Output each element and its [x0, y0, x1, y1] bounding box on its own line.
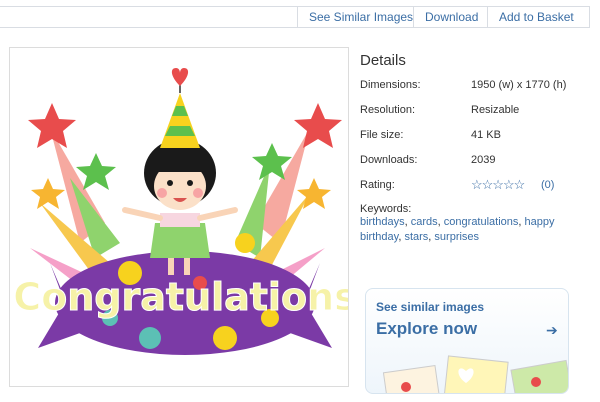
- add-to-basket-button[interactable]: Add to Basket: [492, 7, 581, 27]
- keywords-label: Keywords:: [360, 203, 412, 215]
- rating-stars-icon[interactable]: ☆☆☆☆☆: [471, 177, 525, 193]
- resolution-row: Resolution: Resizable: [360, 102, 592, 127]
- toolbar-separator: [297, 7, 298, 27]
- filesize-row: File size: 41 KB: [360, 127, 592, 152]
- rating-count[interactable]: (0): [541, 177, 554, 193]
- rating-row: Rating: ☆☆☆☆☆ (0): [360, 177, 592, 202]
- keyword-link[interactable]: surprises: [434, 231, 479, 243]
- keyword-link[interactable]: birthdays: [360, 216, 405, 228]
- resolution-value: Resizable: [471, 104, 520, 116]
- keyword-link[interactable]: cards: [411, 216, 438, 228]
- toolbar-separator: [413, 7, 414, 27]
- promo-thumbnails: [382, 355, 568, 393]
- details-heading: Details: [360, 52, 406, 69]
- dimensions-label: Dimensions:: [360, 79, 421, 91]
- dimensions-row: Dimensions: 1950 (w) x 1770 (h): [360, 77, 592, 102]
- action-toolbar: See Similar Images Download Add to Baske…: [0, 6, 590, 28]
- resolution-label: Resolution:: [360, 104, 416, 116]
- downloads-row: Downloads: 2039: [360, 152, 592, 177]
- promo-title[interactable]: Explore now: [376, 319, 477, 339]
- congratulations-illustration: Congratulations: [13, 68, 349, 355]
- filesize-label: File size:: [360, 129, 404, 141]
- filesize-value: 41 KB: [471, 129, 501, 141]
- toolbar-separator: [487, 7, 488, 27]
- explore-similar-promo[interactable]: See similar images Explore now ➔: [365, 288, 569, 394]
- keyword-link[interactable]: congratulations: [444, 216, 519, 228]
- svg-text:Congratulations: Congratulations: [13, 275, 349, 319]
- image-preview[interactable]: Congratulations: [9, 47, 349, 387]
- dimensions-value: 1950 (w) x 1770 (h): [471, 79, 567, 91]
- arrow-right-icon[interactable]: ➔: [546, 322, 558, 339]
- promo-subtitle: See similar images: [376, 300, 485, 314]
- keywords-list: birthdays, cards, congratulations, happy…: [360, 216, 555, 243]
- keyword-link[interactable]: stars: [404, 231, 428, 243]
- see-similar-images-button[interactable]: See Similar Images: [302, 7, 420, 27]
- rating-label: Rating:: [360, 179, 395, 191]
- download-button[interactable]: Download: [418, 7, 485, 27]
- downloads-value: 2039: [471, 154, 496, 166]
- downloads-label: Downloads:: [360, 154, 418, 166]
- details-panel: Details Dimensions: 1950 (w) x 1770 (h) …: [360, 48, 592, 245]
